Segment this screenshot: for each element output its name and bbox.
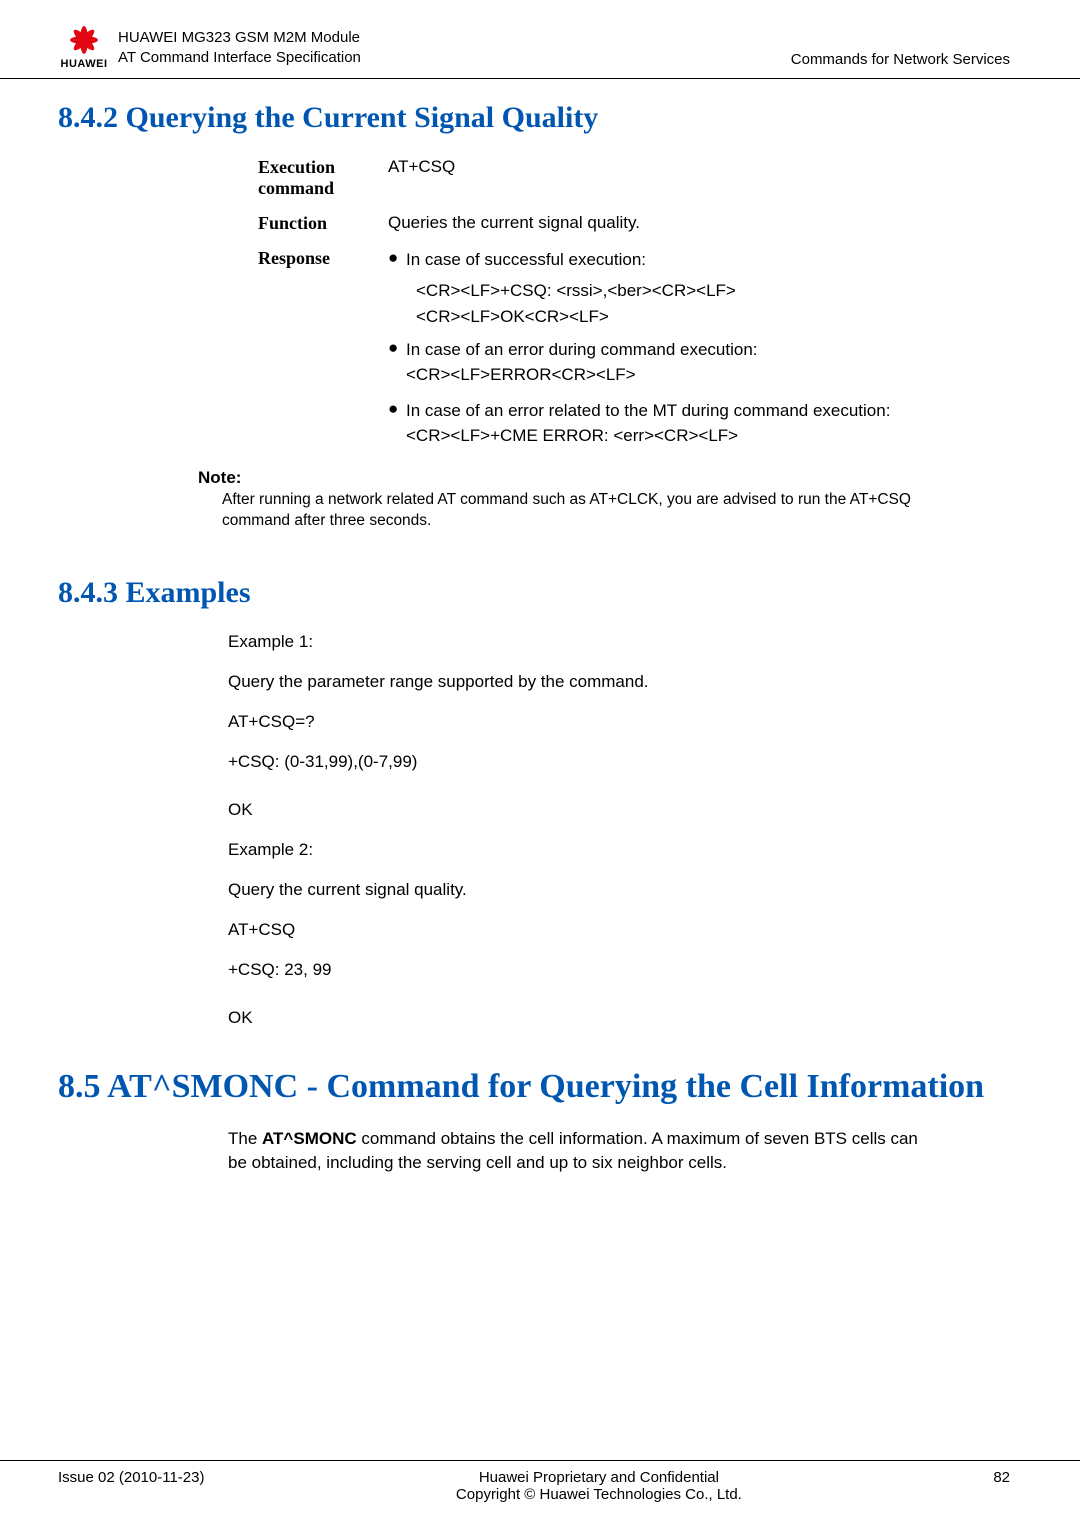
page-footer: Issue 02 (2010-11-23) Huawei Proprietary… (0, 1460, 1080, 1503)
huawei-logo-icon (58, 22, 110, 58)
section-85-body: The AT^SMONC command obtains the cell in… (228, 1127, 930, 1175)
example-2-cmd: AT+CSQ (228, 920, 930, 940)
page-header: HUAWEI HUAWEI MG323 GSM M2M Module AT Co… (0, 0, 1080, 79)
label-response: Response (258, 248, 388, 269)
response-bullets: ● In case of successful execution: <CR><… (388, 248, 980, 454)
header-doc-title: HUAWEI MG323 GSM M2M Module AT Command I… (118, 28, 361, 71)
label-execution-command: Execution command (258, 157, 388, 199)
bullet-icon: ● (388, 338, 406, 387)
body-pre: The (228, 1129, 262, 1148)
example-1-label: Example 1: (228, 632, 930, 652)
response-1-title: In case of successful execution: (406, 248, 646, 273)
row-response: Response ● In case of successful executi… (258, 248, 980, 454)
note-label: Note: (198, 468, 950, 488)
huawei-logo-text: HUAWEI (58, 58, 110, 70)
footer-mid2: Copyright © Huawei Technologies Co., Ltd… (204, 1486, 993, 1503)
bullet-icon: ● (388, 248, 406, 273)
footer-mid1: Huawei Proprietary and Confidential (204, 1469, 993, 1486)
examples-body: Example 1: Query the parameter range sup… (228, 632, 930, 1028)
response-3-line2: <CR><LF>+CME ERROR: <err><CR><LF> (406, 424, 890, 449)
definition-list-csq: Execution command AT+CSQ Function Querie… (258, 157, 980, 454)
response-3-text: In case of an error related to the MT du… (406, 399, 890, 448)
response-2-line2: <CR><LF>ERROR<CR><LF> (406, 363, 758, 388)
example-2-out: +CSQ: 23, 99 (228, 960, 930, 980)
response-bullet-2: ● In case of an error during command exe… (388, 338, 980, 387)
value-execution-command: AT+CSQ (388, 157, 980, 177)
response-bullet-1: ● In case of successful execution: (388, 248, 980, 273)
response-1-line2: <CR><LF>OK<CR><LF> (388, 305, 980, 330)
label-function: Function (258, 213, 388, 234)
value-function: Queries the current signal quality. (388, 213, 980, 233)
page-body: 8.4.2 Querying the Current Signal Qualit… (0, 101, 1080, 1174)
header-left: HUAWEI HUAWEI MG323 GSM M2M Module AT Co… (58, 22, 361, 70)
example-1-ok: OK (228, 800, 930, 820)
header-line2: AT Command Interface Specification (118, 48, 361, 68)
footer-page-number: 82 (993, 1469, 1010, 1486)
header-line1: HUAWEI MG323 GSM M2M Module (118, 28, 361, 48)
example-2-desc: Query the current signal quality. (228, 880, 930, 900)
row-execution: Execution command AT+CSQ (258, 157, 980, 199)
response-bullet-3: ● In case of an error related to the MT … (388, 399, 980, 448)
note-text: After running a network related AT comma… (198, 490, 950, 532)
example-1-desc: Query the parameter range supported by t… (228, 672, 930, 692)
huawei-logo: HUAWEI (58, 22, 110, 70)
response-1-text: In case of successful execution: (406, 248, 646, 273)
row-function: Function Queries the current signal qual… (258, 213, 980, 234)
response-2-line1: In case of an error during command execu… (406, 338, 758, 363)
note-block: Note: After running a network related AT… (198, 468, 950, 532)
heading-843: 8.4.3 Examples (58, 576, 1010, 610)
example-1-cmd: AT+CSQ=? (228, 712, 930, 732)
response-1-line1: <CR><LF>+CSQ: <rssi>,<ber><CR><LF> (388, 279, 980, 304)
response-3-line1: In case of an error related to the MT du… (406, 399, 890, 424)
bullet-icon: ● (388, 399, 406, 448)
footer-mid: Huawei Proprietary and Confidential Copy… (204, 1469, 993, 1503)
footer-issue: Issue 02 (2010-11-23) (58, 1469, 204, 1486)
response-2-text: In case of an error during command execu… (406, 338, 758, 387)
example-1-out: +CSQ: (0-31,99),(0-7,99) (228, 752, 930, 772)
example-2-label: Example 2: (228, 840, 930, 860)
example-2-ok: OK (228, 1008, 930, 1028)
heading-85: 8.5 AT^SMONC - Command for Querying the … (58, 1066, 1010, 1109)
body-bold: AT^SMONC (262, 1129, 357, 1148)
header-chapter: Commands for Network Services (791, 51, 1010, 70)
heading-842: 8.4.2 Querying the Current Signal Qualit… (58, 101, 1010, 135)
